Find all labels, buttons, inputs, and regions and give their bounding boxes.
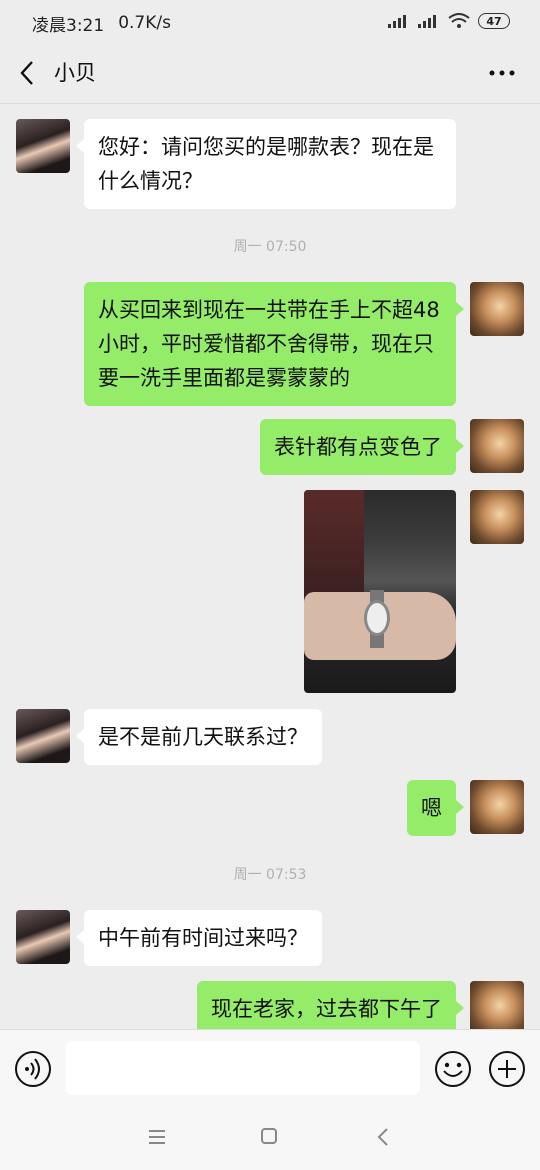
avatar[interactable] (16, 119, 70, 173)
photo-background (304, 490, 364, 600)
battery-icon: 47 (478, 13, 510, 29)
menu-icon[interactable] (148, 1129, 166, 1145)
photo-watch (364, 600, 390, 636)
contact-name: 小贝 (54, 61, 96, 85)
message-bubble-received[interactable]: 您好：请问您买的是哪款表？现在是什么情况？ (76, 119, 456, 209)
home-icon[interactable] (261, 1128, 277, 1144)
network-speed: 0.7K/s (118, 13, 171, 33)
avatar[interactable] (16, 910, 70, 964)
message-bubble-sent[interactable]: 现在老家，过去都下午了 (197, 981, 464, 1029)
timestamp: 周一 07:53 (233, 867, 307, 883)
status-bar: 凌晨3:21 0.7K/s 47 (0, 0, 540, 46)
system-nav-bar (0, 1107, 540, 1170)
status-time: 凌晨3:21 (32, 15, 105, 36)
avatar[interactable] (470, 490, 524, 544)
signal-icon (388, 15, 406, 28)
message-bubble-sent[interactable]: 从买回来到现在一共带在手上不超48 小时，平时爱惜都不舍得带，现在只要一洗手里面… (84, 282, 464, 406)
wifi-icon (448, 13, 470, 28)
timestamp: 周一 07:50 (233, 239, 307, 255)
message-bubble-received[interactable]: 是不是前几天联系过？ (76, 709, 322, 765)
message-input[interactable] (66, 1041, 420, 1095)
battery-level: 47 (486, 14, 502, 28)
more-dots-icon[interactable] (488, 66, 516, 80)
status-icons: 47 (388, 13, 510, 29)
chat-area[interactable]: 您好：请问您买的是哪款表？现在是什么情况？ 周一 07:50 从买回来到现在一共… (0, 104, 540, 1029)
avatar[interactable] (470, 780, 524, 834)
photo-message[interactable] (304, 490, 456, 693)
avatar[interactable] (470, 419, 524, 473)
message-bubble-received[interactable]: 中午前有时间过来吗？ (76, 910, 322, 966)
emoji-icon[interactable] (434, 1050, 472, 1088)
avatar[interactable] (16, 709, 70, 763)
signal-icon (418, 15, 436, 28)
voice-icon[interactable] (14, 1050, 52, 1088)
message-bubble-sent[interactable]: 表针都有点变色了 (260, 419, 464, 475)
nav-back-icon[interactable] (376, 1127, 390, 1147)
input-bar (0, 1029, 540, 1107)
avatar[interactable] (470, 981, 524, 1029)
avatar[interactable] (470, 282, 524, 336)
back-arrow-icon[interactable] (16, 58, 38, 88)
chat-header: 小贝 (0, 46, 540, 104)
plus-icon[interactable] (488, 1050, 526, 1088)
message-bubble-sent[interactable]: 嗯 (407, 780, 464, 836)
